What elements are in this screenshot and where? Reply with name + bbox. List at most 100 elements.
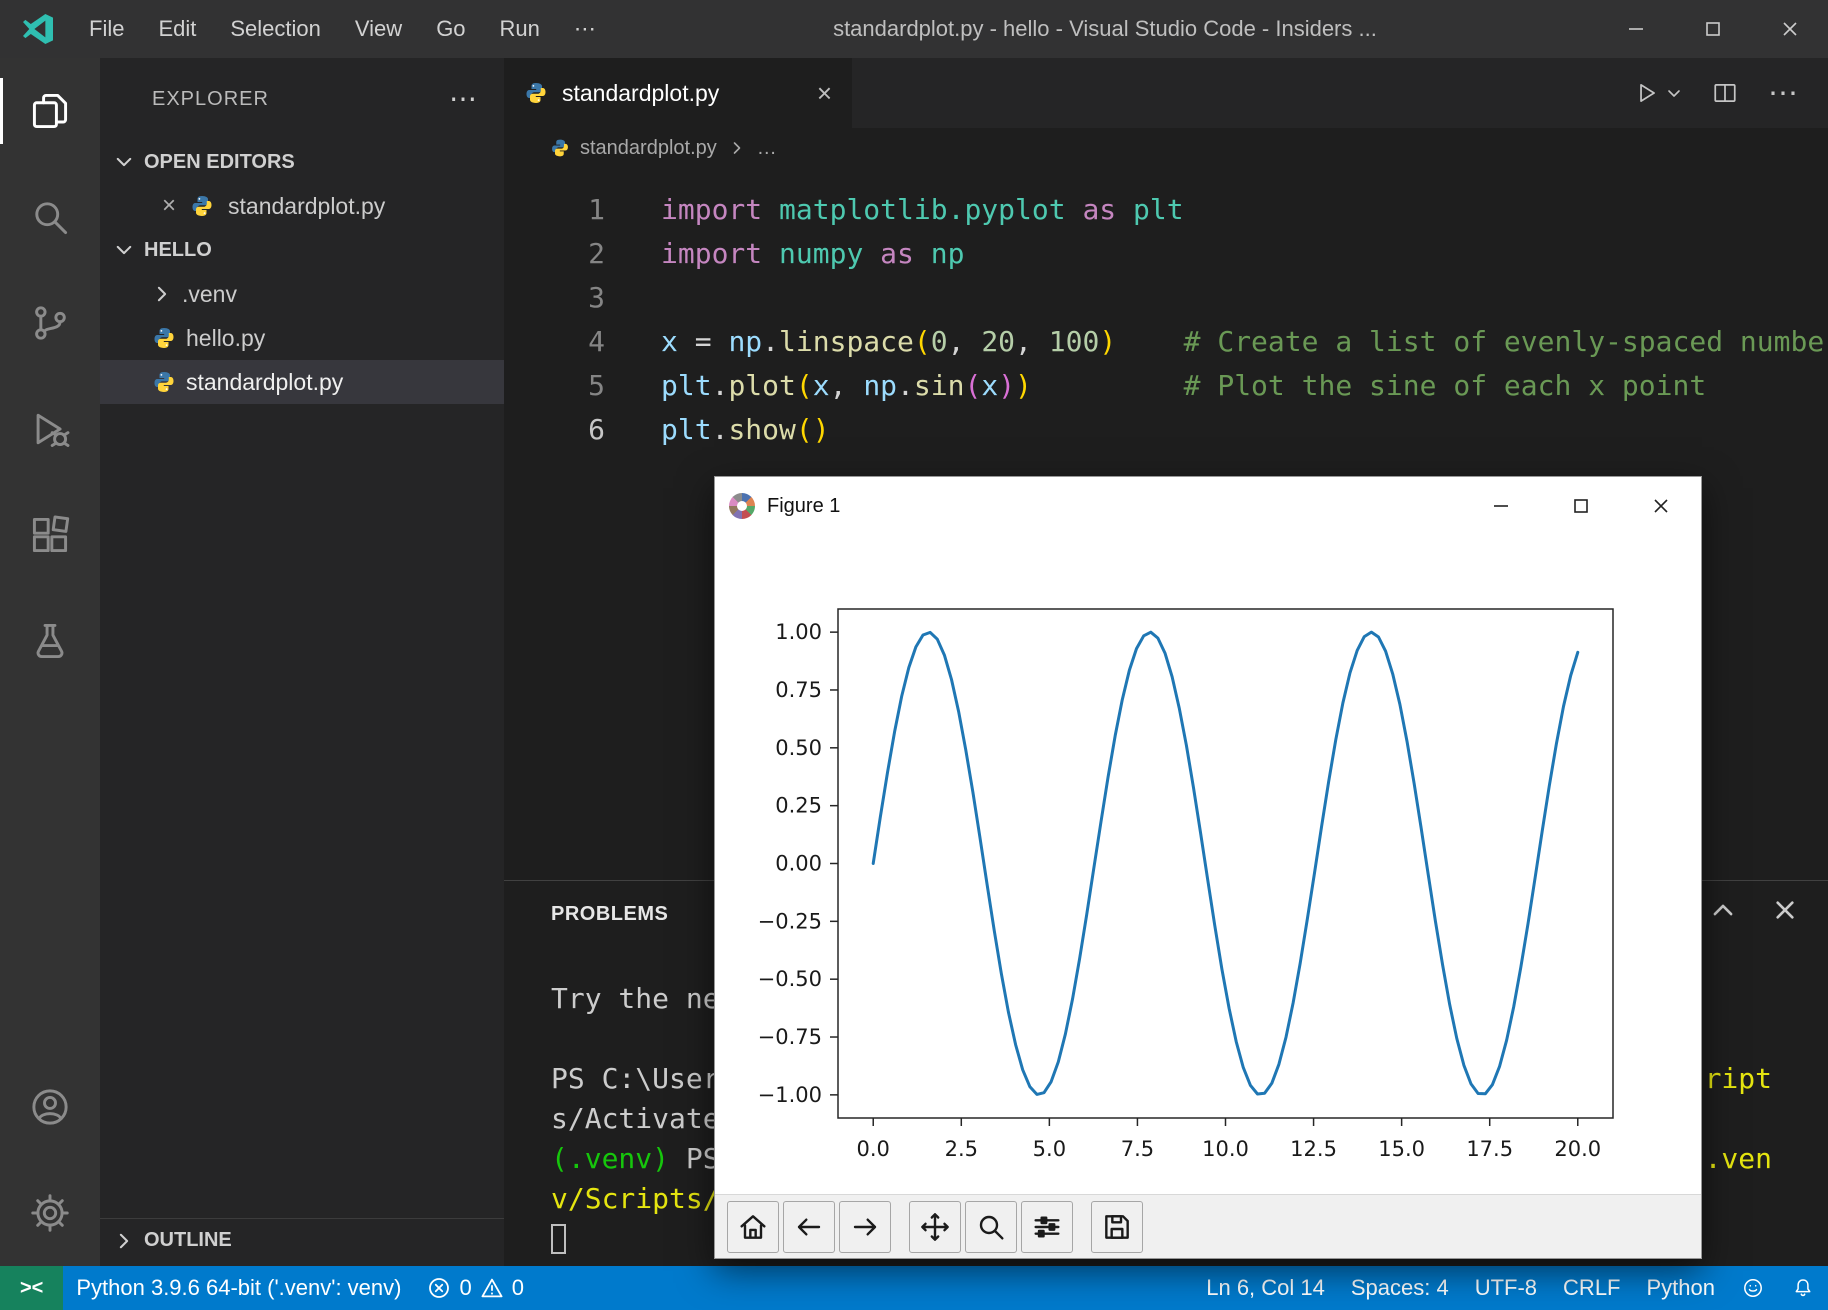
feedback-status[interactable]	[1728, 1266, 1778, 1310]
home-button[interactable]	[727, 1201, 779, 1253]
terminal-line: v/Scripts/	[551, 1179, 720, 1219]
figure-minimize-button[interactable]	[1461, 477, 1541, 535]
tree-item-venv[interactable]: .venv	[100, 272, 504, 316]
search-icon	[28, 195, 72, 239]
terminal-cursor	[551, 1224, 566, 1254]
chevron-up-icon[interactable]	[1710, 897, 1736, 923]
chevron-down-icon	[114, 240, 134, 260]
section-folder-hello[interactable]: HELLO	[100, 228, 504, 272]
tab-problems[interactable]: PROBLEMS	[551, 903, 668, 926]
tree-item-standardplot-py[interactable]: standardplot.py	[100, 360, 504, 404]
section-open-editors[interactable]: OPEN EDITORS	[100, 140, 504, 184]
menu-edit[interactable]: Edit	[141, 0, 213, 58]
back-button[interactable]	[783, 1201, 835, 1253]
svg-text:−0.25: −0.25	[758, 909, 822, 933]
tree-item-hello-py[interactable]: hello.py	[100, 316, 504, 360]
activity-item-testing[interactable]	[0, 588, 100, 694]
menu-view[interactable]: View	[338, 0, 419, 58]
save-button[interactable]	[1091, 1201, 1143, 1253]
pan-button[interactable]	[909, 1201, 961, 1253]
activity-item-run-debug[interactable]	[0, 376, 100, 482]
activity-item-source-control[interactable]	[0, 270, 100, 376]
activity-item-extensions[interactable]	[0, 482, 100, 588]
encoding-status[interactable]: UTF-8	[1462, 1266, 1550, 1310]
tab-close-icon[interactable]: ×	[817, 78, 832, 109]
svg-text:0.0: 0.0	[857, 1137, 890, 1161]
chevron-right-icon	[727, 140, 747, 156]
explorer-more-actions[interactable]: ⋯	[449, 89, 478, 109]
figure-maximize-button[interactable]	[1541, 477, 1621, 535]
extensions-icon	[28, 513, 72, 557]
menu-go[interactable]: Go	[419, 0, 482, 58]
close-button[interactable]	[1751, 0, 1828, 58]
more-actions-button[interactable]: ⋯	[1768, 76, 1800, 111]
line-number: 2	[504, 232, 605, 276]
remote-indicator[interactable]: ><	[0, 1266, 63, 1310]
line-number: 3	[504, 276, 605, 320]
svg-text:15.0: 15.0	[1378, 1137, 1425, 1161]
eol-status[interactable]: CRLF	[1550, 1266, 1633, 1310]
tree-item-label: standardplot.py	[186, 369, 343, 396]
activity-item-search[interactable]	[0, 164, 100, 270]
forward-button[interactable]	[839, 1201, 891, 1253]
zoom-button[interactable]	[965, 1201, 1017, 1253]
tab-standardplot-py[interactable]: standardplot.py ×	[504, 58, 852, 128]
window-controls	[1597, 0, 1828, 58]
split-editor-button[interactable]	[1712, 80, 1738, 106]
eol-label: CRLF	[1563, 1275, 1620, 1301]
tab-bar: standardplot.py × ⋯	[504, 58, 1828, 128]
terminal-line: (.venv) PS	[551, 1139, 720, 1179]
menu-file[interactable]: File	[72, 0, 141, 58]
svg-text:−1.00: −1.00	[758, 1083, 822, 1107]
run-python-file-button[interactable]	[1634, 80, 1682, 106]
menu-selection[interactable]: Selection	[213, 0, 338, 58]
close-editor-icon[interactable]: ×	[162, 194, 176, 218]
menu-run[interactable]: Run	[483, 0, 557, 58]
activity-item-explorer[interactable]	[0, 58, 100, 164]
cursor-position-status[interactable]: Ln 6, Col 14	[1193, 1266, 1338, 1310]
code-text: import matplotlib.pyplot as plt	[605, 188, 1184, 232]
sliders-icon	[1031, 1211, 1063, 1243]
terminal-line	[551, 1219, 720, 1259]
configure-subplots-button[interactable]	[1021, 1201, 1073, 1253]
code-line: 3	[504, 276, 1828, 320]
svg-text:20.0: 20.0	[1554, 1137, 1601, 1161]
terminal-output[interactable]: Try the ne PS C:\Users/Activate(.venv) P…	[551, 979, 720, 1259]
chevron-down-icon	[114, 152, 134, 172]
figure-window-title: Figure 1	[767, 495, 840, 518]
menu-more[interactable]: ⋯	[557, 0, 613, 58]
python-interpreter-status[interactable]: Python 3.9.6 64-bit ('.venv': venv)	[63, 1266, 414, 1310]
figure-title-bar[interactable]: Figure 1	[715, 477, 1701, 535]
activity-item-settings[interactable]	[0, 1160, 100, 1266]
breadcrumb-more[interactable]: …	[757, 137, 777, 160]
minimize-button[interactable]	[1597, 0, 1674, 58]
figure-close-button[interactable]	[1621, 477, 1701, 535]
run-debug-icon	[28, 407, 72, 451]
warning-count: 0	[512, 1275, 524, 1301]
section-outline[interactable]: OUTLINE	[100, 1218, 504, 1262]
open-editor-item-standardplot[interactable]: × standardplot.py	[100, 184, 504, 228]
language-mode-status[interactable]: Python	[1634, 1266, 1729, 1310]
code-line: 1import matplotlib.pyplot as plt	[504, 188, 1828, 232]
feedback-icon	[1741, 1276, 1765, 1300]
magnifier-icon	[975, 1211, 1007, 1243]
error-count: 0	[459, 1275, 471, 1301]
maximize-button[interactable]	[1674, 0, 1751, 58]
python-file-icon	[152, 326, 176, 350]
breadcrumb[interactable]: standardplot.py …	[504, 128, 1828, 168]
line-number: 4	[504, 320, 605, 364]
activity-item-account[interactable]	[0, 1054, 100, 1160]
figure-toolbar	[715, 1194, 1701, 1258]
status-bar: >< Python 3.9.6 64-bit ('.venv': venv) 0…	[0, 1266, 1828, 1310]
svg-text:12.5: 12.5	[1290, 1137, 1337, 1161]
notifications-status[interactable]	[1778, 1266, 1828, 1310]
svg-text:0.25: 0.25	[775, 794, 822, 818]
indentation-status[interactable]: Spaces: 4	[1338, 1266, 1462, 1310]
breadcrumb-file[interactable]: standardplot.py	[580, 137, 717, 160]
problems-status[interactable]: 0 0	[414, 1266, 537, 1310]
beaker-icon	[28, 619, 72, 663]
chevron-right-icon	[152, 284, 172, 304]
play-icon	[1634, 80, 1660, 106]
panel-actions	[1710, 897, 1798, 923]
close-panel-icon[interactable]	[1772, 897, 1798, 923]
